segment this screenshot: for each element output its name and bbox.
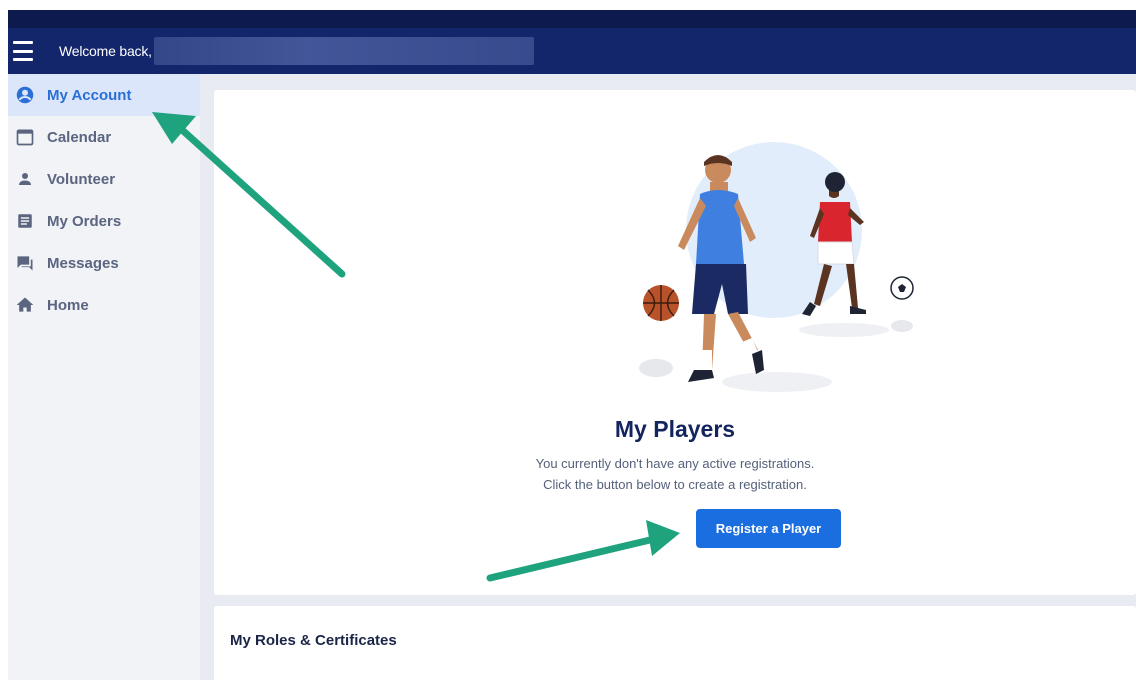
calendar-icon (14, 126, 36, 148)
roles-certificates-card: My Roles & Certificates (214, 606, 1136, 680)
players-description-line1: You currently don't have any active regi… (535, 456, 815, 471)
register-player-button[interactable]: Register a Player (696, 509, 841, 548)
players-illustration (639, 142, 914, 392)
sidebar-item-calendar[interactable]: Calendar (8, 116, 200, 158)
my-players-card: My Players You currently don't have any … (214, 90, 1136, 595)
sidebar-item-home[interactable]: Home (8, 284, 200, 326)
sidebar-item-label: Home (47, 296, 89, 314)
sidebar-item-label: Calendar (47, 128, 112, 146)
sidebar-item-my-account[interactable]: My Account (8, 74, 200, 116)
roles-certificates-title: My Roles & Certificates (230, 632, 397, 649)
sidebar-item-label: My Account (47, 86, 132, 104)
sidebar-item-messages[interactable]: Messages (8, 242, 200, 284)
redacted-user-name (153, 37, 534, 65)
messages-icon (14, 252, 36, 274)
person-icon (14, 168, 36, 190)
sidebar-item-label: Messages (47, 254, 119, 272)
sidebar: My Account Calendar Volunteer My Orders … (8, 74, 200, 680)
app-header: Welcome back, (8, 28, 1136, 74)
app-page: Welcome back, My Account Calendar Volunt… (0, 0, 1136, 680)
my-players-title: My Players (614, 416, 736, 442)
orders-icon (14, 210, 36, 232)
basketball-icon (643, 285, 679, 321)
welcome-text: Welcome back, (59, 43, 152, 59)
players-description-line2: Click the button below to create a regis… (543, 477, 807, 492)
sidebar-item-label: Volunteer (47, 170, 116, 188)
account-circle-icon (14, 84, 36, 106)
sidebar-item-volunteer[interactable]: Volunteer (8, 158, 200, 200)
soccer-ball-icon (890, 276, 914, 300)
home-icon (14, 294, 36, 316)
sidebar-item-my-orders[interactable]: My Orders (8, 200, 200, 242)
sidebar-item-label: My Orders (47, 212, 122, 230)
top-strip (8, 10, 1136, 28)
menu-icon[interactable] (13, 41, 37, 61)
